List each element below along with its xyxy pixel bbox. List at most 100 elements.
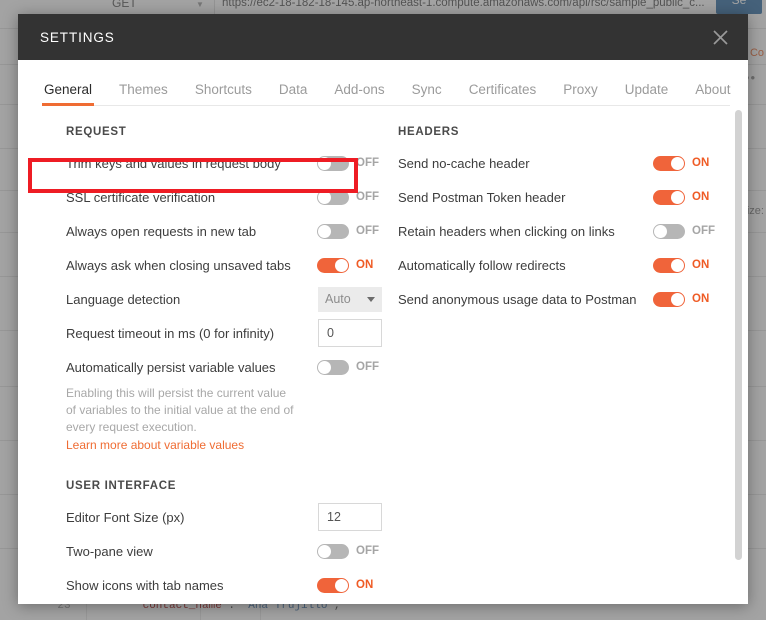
select-value: Auto [325, 292, 351, 306]
toggle-state-label: ON [692, 259, 710, 271]
toggle-state-label: ON [692, 293, 710, 305]
setting-label: Send no-cache header [398, 155, 530, 171]
setting-label: Automatically follow redirects [398, 257, 566, 273]
toggle-state-label: OFF [356, 225, 379, 237]
setting-row-follow-redirects[interactable]: Automatically follow redirects ON [398, 248, 718, 282]
setting-label: Language detection [66, 291, 181, 307]
toggle-knob [671, 258, 684, 272]
toggle-no-cache-header[interactable]: ON [653, 155, 718, 171]
setting-label: Automatically persist variable values [66, 359, 276, 375]
toggle-switch[interactable] [317, 359, 349, 375]
dialog-title: SETTINGS [40, 29, 115, 45]
toggle-trim-keys[interactable]: OFF [317, 155, 382, 171]
setting-row-show-icons-tab-names[interactable]: Show icons with tab names ON [44, 568, 382, 602]
setting-label: Two-pane view [66, 543, 153, 559]
toggle-switch[interactable] [317, 257, 349, 273]
toggle-knob [335, 578, 348, 592]
toggle-switch[interactable] [317, 223, 349, 239]
tab-update[interactable]: Update [625, 82, 669, 106]
toggle-knob [671, 292, 684, 306]
setting-label: Send Postman Token header [398, 189, 566, 205]
setting-row-request-timeout[interactable]: Request timeout in ms (0 for infinity) [44, 316, 382, 350]
setting-row-no-cache-header[interactable]: Send no-cache header ON [398, 146, 718, 180]
setting-row-editor-font-size[interactable]: Editor Font Size (px) [44, 500, 382, 534]
toggle-switch[interactable] [653, 257, 685, 273]
toggle-knob [318, 190, 331, 204]
tab-about[interactable]: About [695, 82, 730, 106]
editor-font-size-input[interactable] [318, 503, 382, 531]
toggle-state-label: ON [356, 259, 374, 271]
tab-certificates[interactable]: Certificates [469, 82, 537, 106]
setting-row-language-detection[interactable]: Language detection Auto [44, 282, 382, 316]
tab-proxy[interactable]: Proxy [563, 82, 598, 106]
tab-shortcuts[interactable]: Shortcuts [195, 82, 252, 106]
toggle-show-icons-tab-names[interactable]: ON [317, 577, 382, 593]
toggle-retain-headers[interactable]: OFF [653, 223, 718, 239]
toggle-switch[interactable] [653, 291, 685, 307]
setting-label: Trim keys and values in request body [66, 155, 281, 171]
section-title-headers: HEADERS [398, 126, 460, 138]
tab-sync[interactable]: Sync [412, 82, 442, 106]
toggle-knob [318, 156, 331, 170]
right-column: HEADERS Send no-cache header ON Send Pos… [398, 124, 718, 604]
toggle-knob [654, 224, 667, 238]
scrollbar-thumb[interactable] [735, 110, 742, 560]
toggle-switch[interactable] [653, 223, 685, 239]
setting-label: Show icons with tab names [66, 577, 224, 593]
toggle-ssl-verification[interactable]: OFF [317, 189, 382, 205]
learn-more-link[interactable]: Learn more about variable values [66, 438, 244, 452]
toggle-switch[interactable] [653, 189, 685, 205]
toggle-state-label: ON [692, 157, 710, 169]
request-timeout-input[interactable] [318, 319, 382, 347]
toggle-knob [318, 224, 331, 238]
tab-data[interactable]: Data [279, 82, 308, 106]
setting-label: Always open requests in new tab [66, 223, 257, 239]
tab-general[interactable]: General [41, 82, 95, 106]
toggle-state-label: OFF [692, 225, 715, 237]
settings-dialog: SETTINGS General Themes Shortcuts Data A… [18, 14, 748, 604]
toggle-knob [671, 190, 684, 204]
toggle-anonymous-usage-data[interactable]: ON [653, 291, 718, 307]
toggle-postman-token-header[interactable]: ON [653, 189, 718, 205]
toggle-switch[interactable] [653, 155, 685, 171]
toggle-follow-redirects[interactable]: ON [653, 257, 718, 273]
section-title-request: REQUEST [66, 126, 127, 138]
settings-scrollbar[interactable] [735, 110, 742, 600]
dialog-header: SETTINGS [18, 14, 748, 60]
settings-content: REQUEST Trim keys and values in request … [18, 106, 748, 604]
toggle-knob [671, 156, 684, 170]
close-icon[interactable] [706, 23, 734, 51]
setting-label: Send anonymous usage data to Postman [398, 291, 637, 307]
setting-row-retain-headers[interactable]: Retain headers when clicking on links OF… [398, 214, 718, 248]
setting-row-variable-autocomplete[interactable]: Variable autocomplete ON [44, 602, 382, 604]
setting-row-postman-token-header[interactable]: Send Postman Token header ON [398, 180, 718, 214]
tab-themes[interactable]: Themes [119, 82, 168, 106]
setting-row-ssl-verification[interactable]: SSL certificate verification OFF [44, 180, 382, 214]
toggle-state-label: ON [356, 579, 374, 591]
toggle-persist-variables[interactable]: OFF [317, 359, 382, 375]
toggle-state-label: OFF [356, 157, 379, 169]
language-detection-select[interactable]: Auto [318, 286, 382, 312]
setting-row-trim-keys[interactable]: Trim keys and values in request body OFF [44, 146, 382, 180]
toggle-two-pane-view[interactable]: OFF [317, 543, 382, 559]
persist-variables-description: Enabling this will persist the current v… [66, 386, 294, 434]
toggle-knob [335, 258, 348, 272]
toggle-switch[interactable] [317, 577, 349, 593]
setting-row-two-pane-view[interactable]: Two-pane view OFF [44, 534, 382, 568]
toggle-ask-closing-tabs[interactable]: ON [317, 257, 382, 273]
tab-add-ons[interactable]: Add-ons [334, 82, 384, 106]
setting-row-persist-variables[interactable]: Automatically persist variable values OF… [44, 350, 382, 384]
toggle-switch[interactable] [317, 189, 349, 205]
toggle-state-label: OFF [356, 361, 379, 373]
toggle-knob [318, 360, 331, 374]
toggle-switch[interactable] [317, 155, 349, 171]
toggle-state-label: ON [692, 191, 710, 203]
setting-row-ask-closing-tabs[interactable]: Always ask when closing unsaved tabs ON [44, 248, 382, 282]
toggle-state-label: OFF [356, 191, 379, 203]
toggle-switch[interactable] [317, 543, 349, 559]
setting-label: Request timeout in ms (0 for infinity) [66, 325, 275, 341]
setting-row-open-new-tab[interactable]: Always open requests in new tab OFF [44, 214, 382, 248]
setting-row-anonymous-usage-data[interactable]: Send anonymous usage data to Postman ON [398, 282, 718, 316]
toggle-state-label: OFF [356, 545, 379, 557]
toggle-open-new-tab[interactable]: OFF [317, 223, 382, 239]
